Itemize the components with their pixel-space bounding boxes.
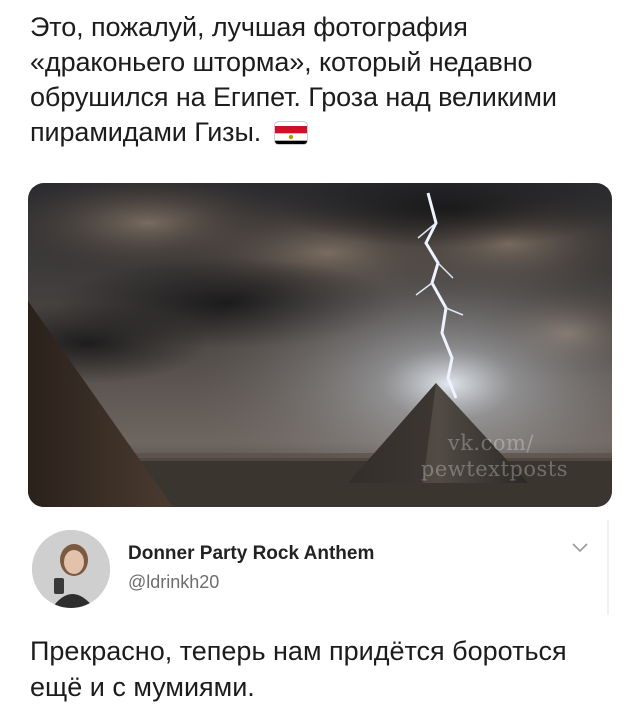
reply-author-name[interactable]: Donner Party Rock Anthem	[128, 543, 374, 565]
tweet-text: Это, пожалуй, лучшая фотография «драконь…	[30, 10, 610, 150]
avatar[interactable]	[32, 530, 110, 608]
chevron-down-icon[interactable]	[572, 540, 588, 558]
pyramids-lightning-photo[interactable]: vk.com/ pewtextposts	[28, 183, 612, 507]
egypt-flag-icon	[274, 122, 307, 144]
watermark-line1: vk.com/	[447, 431, 534, 455]
reply-text: Прекрасно, теперь нам придётся бороться …	[30, 636, 567, 702]
divider	[607, 520, 609, 615]
reply-author-handle[interactable]: @ldrinkh20	[128, 572, 219, 593]
watermark-line2: pewtextposts	[420, 457, 568, 481]
